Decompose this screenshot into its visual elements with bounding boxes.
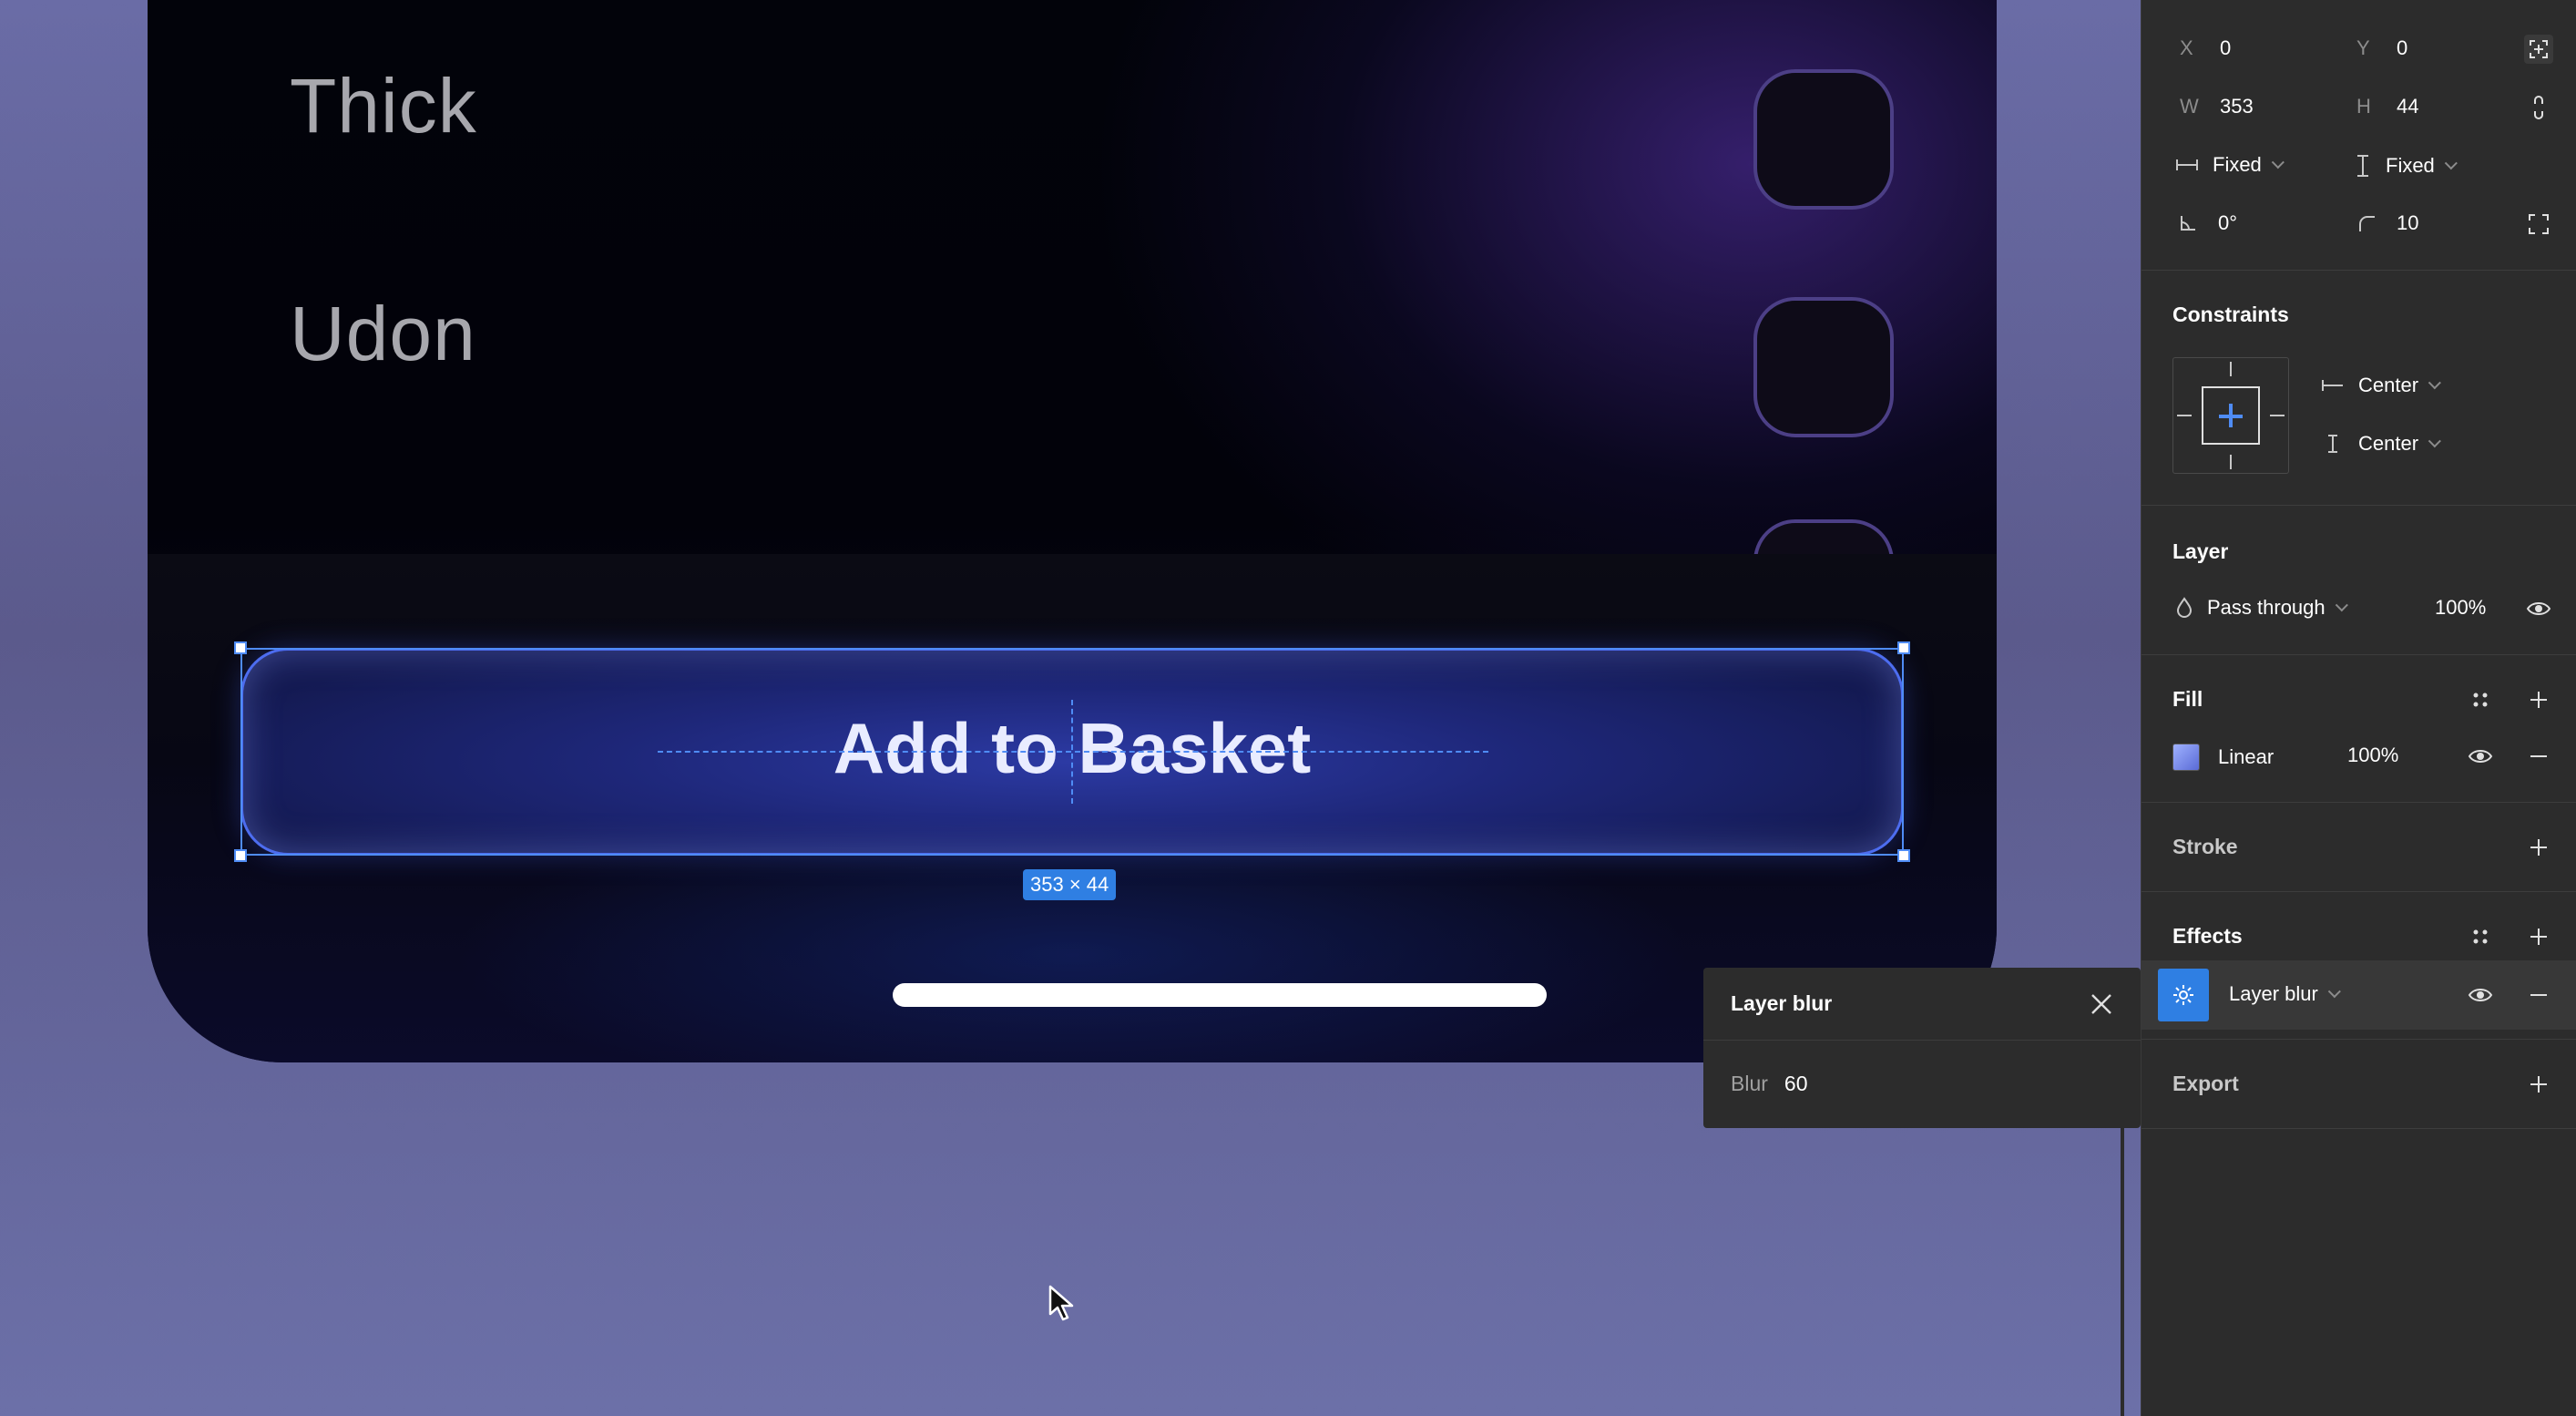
- horizontal-constraint-dropdown[interactable]: Center: [2320, 374, 2441, 397]
- chevron-down-icon: [2271, 156, 2285, 169]
- rotation-value[interactable]: 0°: [2218, 211, 2237, 235]
- popover-title: Layer blur: [1731, 991, 1833, 1015]
- remove-fill-icon[interactable]: [2524, 742, 2553, 771]
- close-icon[interactable]: [2090, 992, 2113, 1016]
- vertical-constraint-icon: [2328, 435, 2337, 453]
- corner-radius-field[interactable]: 10: [2356, 211, 2418, 235]
- horizontal-constraint-value: Center: [2358, 374, 2419, 396]
- size-badge: 353 × 44: [1023, 869, 1117, 900]
- height-sizing-dropdown[interactable]: Fixed: [2353, 153, 2458, 179]
- mouse-cursor-icon: [1048, 1285, 1074, 1321]
- w-value[interactable]: 353: [2220, 95, 2254, 118]
- eye-icon[interactable]: [2466, 980, 2495, 1010]
- blend-mode-icon: [2176, 597, 2193, 618]
- section-divider: [2142, 654, 2576, 655]
- fill-opacity-field[interactable]: 100%: [2347, 744, 2398, 767]
- width-sizing-dropdown[interactable]: Fixed: [2174, 153, 2285, 177]
- center-guide-horizontal: [658, 751, 1488, 753]
- effects-title: Effects: [2172, 924, 2243, 948]
- effect-type-value: Layer blur: [2229, 982, 2318, 1005]
- h-value[interactable]: 44: [2397, 95, 2418, 118]
- style-grid-icon[interactable]: [2466, 685, 2495, 714]
- option-checkbox-thick[interactable]: [1753, 69, 1894, 210]
- fill-type[interactable]: Linear: [2218, 745, 2274, 769]
- add-fill-icon[interactable]: [2524, 685, 2553, 714]
- h-field[interactable]: H 44: [2356, 95, 2418, 118]
- independent-corners-icon[interactable]: [2524, 210, 2553, 239]
- add-effect-icon[interactable]: [2524, 922, 2553, 951]
- fill-opacity-value[interactable]: 100%: [2347, 744, 2398, 767]
- height-sizing-value: Fixed: [2386, 154, 2435, 177]
- section-divider: [2142, 891, 2576, 892]
- width-sizing-icon: [2176, 159, 2198, 170]
- resize-handle-top-right[interactable]: [1897, 641, 1910, 654]
- section-divider: [2142, 505, 2576, 506]
- layer-opacity-field[interactable]: 100%: [2435, 596, 2486, 620]
- y-label: Y: [2356, 36, 2370, 59]
- stroke-title: Stroke: [2172, 835, 2238, 858]
- add-stroke-icon[interactable]: [2524, 833, 2553, 862]
- y-field[interactable]: Y 0: [2356, 36, 2407, 60]
- layer-title: Layer: [2172, 539, 2229, 563]
- resize-handle-top-left[interactable]: [234, 641, 247, 654]
- chevron-down-icon: [2444, 157, 2458, 170]
- blur-label: Blur: [1731, 1072, 1768, 1095]
- rotation-icon: [2181, 216, 2195, 231]
- add-export-icon[interactable]: [2524, 1070, 2553, 1099]
- y-value[interactable]: 0: [2397, 36, 2407, 60]
- blur-value-input[interactable]: 60: [1784, 1072, 1808, 1096]
- chevron-down-icon: [2428, 376, 2441, 390]
- remove-effect-icon[interactable]: [2524, 980, 2553, 1010]
- section-divider: [2142, 1128, 2576, 1129]
- w-field[interactable]: W 353: [2180, 95, 2254, 118]
- corner-radius-value[interactable]: 10: [2397, 211, 2418, 235]
- vertical-constraint-dropdown[interactable]: Center: [2320, 432, 2441, 456]
- constrain-proportions-icon[interactable]: [2524, 93, 2553, 122]
- phone-frame[interactable]: Thick Udon: [148, 0, 1997, 1062]
- section-divider: [2142, 270, 2576, 271]
- chevron-down-icon: [2428, 435, 2441, 448]
- section-divider: [2142, 1039, 2576, 1040]
- eye-icon[interactable]: [2524, 594, 2553, 623]
- resize-handle-bottom-right[interactable]: [1897, 849, 1910, 862]
- width-sizing-value: Fixed: [2213, 153, 2262, 176]
- fill-title: Fill: [2172, 687, 2203, 711]
- option-label-udon: Udon: [290, 291, 476, 376]
- style-grid-icon[interactable]: [2466, 922, 2495, 951]
- fill-row[interactable]: Linear: [2172, 744, 2274, 771]
- constraints-title: Constraints: [2172, 303, 2289, 326]
- layer-blur-popover: Layer blur Blur 60: [1703, 968, 2141, 1128]
- h-label: H: [2356, 95, 2371, 118]
- rotation-field[interactable]: 0°: [2178, 211, 2237, 235]
- chevron-down-icon: [2335, 599, 2348, 612]
- home-indicator: [893, 983, 1547, 1007]
- eye-icon[interactable]: [2466, 742, 2495, 771]
- vertical-constraint-value: Center: [2358, 432, 2419, 455]
- layer-opacity-value[interactable]: 100%: [2435, 596, 2486, 620]
- effect-settings-icon[interactable]: [2158, 969, 2209, 1021]
- blend-mode-dropdown[interactable]: Pass through: [2174, 596, 2348, 620]
- blend-mode-value: Pass through: [2207, 596, 2326, 619]
- x-value[interactable]: 0: [2220, 36, 2231, 60]
- x-label: X: [2180, 36, 2193, 59]
- corner-radius-icon: [2359, 216, 2375, 231]
- height-sizing-icon: [2357, 155, 2368, 177]
- fill-swatch[interactable]: [2172, 744, 2200, 771]
- resize-handle-bottom-left[interactable]: [234, 849, 247, 862]
- effect-type-dropdown[interactable]: Layer blur: [2229, 982, 2341, 1006]
- design-canvas[interactable]: Thick Udon Add to Basket 353 × 44: [0, 0, 2141, 1416]
- center-guide-vertical: [1071, 700, 1073, 804]
- option-checkbox-udon[interactable]: [1753, 297, 1894, 437]
- w-label: W: [2180, 95, 2199, 118]
- panel-edge: [2121, 1126, 2124, 1416]
- horizontal-constraint-icon: [2322, 380, 2343, 391]
- constraints-widget[interactable]: [2172, 357, 2289, 474]
- x-field[interactable]: X 0: [2180, 36, 2231, 60]
- constrain-position-icon[interactable]: [2524, 35, 2553, 64]
- export-title: Export: [2172, 1072, 2239, 1095]
- option-label-thick: Thick: [290, 63, 477, 149]
- properties-panel: X 0 Y 0 W 353 H 44 Fixed Fixed 0° 10 Con…: [2141, 0, 2576, 1416]
- section-divider: [2142, 802, 2576, 803]
